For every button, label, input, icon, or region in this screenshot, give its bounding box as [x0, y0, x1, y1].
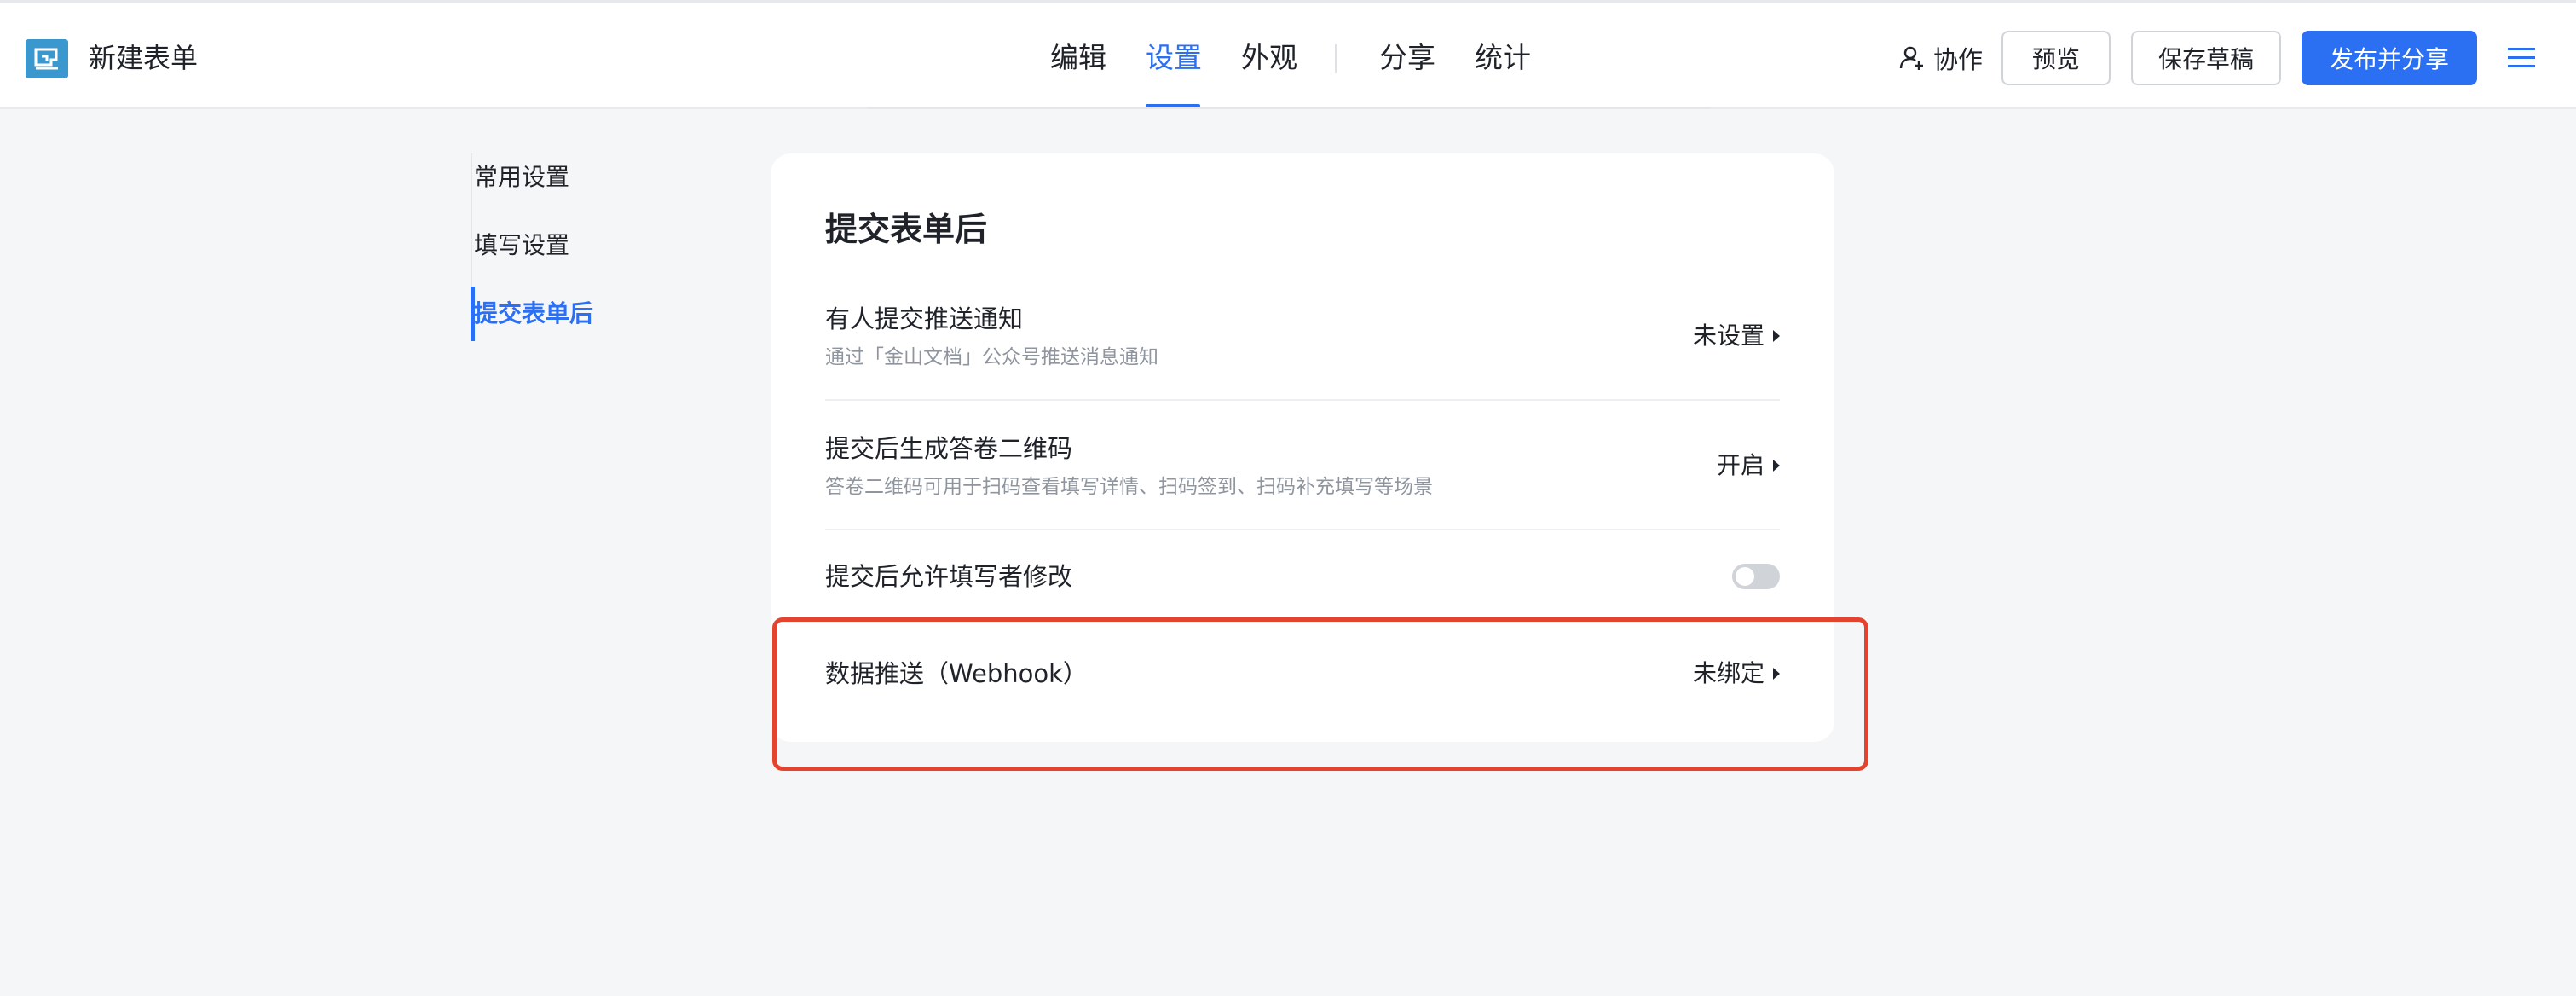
row-webhook: 数据推送（Webhook） 未绑定: [825, 657, 1780, 691]
caret-right-icon: [1773, 330, 1780, 342]
nav-divider: [1335, 44, 1337, 73]
row-title: 提交后允许填写者修改: [825, 562, 1073, 591]
tab-share[interactable]: 分享: [1379, 39, 1435, 77]
row-divider: [825, 399, 1780, 401]
publish-share-button[interactable]: 发布并分享: [2302, 31, 2477, 85]
row-qr-code: 提交后生成答卷二维码 答卷二维码可用于扫码查看填写详情、扫码签到、扫码补充填写等…: [825, 431, 1780, 501]
card-title: 提交表单后: [825, 211, 988, 248]
row-divider: [825, 529, 1780, 530]
caret-right-icon: [1773, 460, 1780, 472]
row-title: 提交后生成答卷二维码: [825, 434, 1073, 463]
collab-button[interactable]: 协作: [1899, 39, 1983, 77]
notification-setting-link[interactable]: 未设置: [1693, 319, 1780, 353]
add-user-icon: [1899, 46, 1923, 70]
row-allow-edit: 提交后允许填写者修改: [825, 559, 1780, 594]
action-label: 开启: [1716, 451, 1765, 479]
row-description: 通过「金山文档」公众号推送消息通知: [825, 346, 1158, 368]
after-submit-card: 提交表单后 有人提交推送通知 通过「金山文档」公众号推送消息通知 未设置 提交后…: [771, 153, 1834, 742]
sidebar-item-after-submit[interactable]: 提交表单后: [474, 297, 593, 331]
sidebar-item-fill-settings[interactable]: 填写设置: [474, 229, 569, 263]
action-label: 未设置: [1692, 321, 1765, 350]
caret-right-icon: [1773, 668, 1780, 680]
menu-icon[interactable]: [2508, 44, 2535, 72]
tab-appearance[interactable]: 外观: [1241, 39, 1297, 77]
row-submit-notification: 有人提交推送通知 通过「金山文档」公众号推送消息通知 未设置: [825, 302, 1780, 372]
row-title: 数据推送（Webhook）: [825, 659, 1088, 688]
toggle-knob: [1736, 567, 1754, 586]
allow-edit-toggle[interactable]: [1732, 564, 1780, 589]
webhook-setting-link[interactable]: 未绑定: [1693, 657, 1780, 691]
active-tab-underline: [1146, 104, 1200, 107]
row-description: 答卷二维码可用于扫码查看填写详情、扫码签到、扫码补充填写等场景: [825, 476, 1433, 498]
app-title: 新建表单: [89, 42, 199, 74]
form-logo-icon[interactable]: [26, 39, 68, 78]
tab-edit[interactable]: 编辑: [1050, 39, 1106, 77]
row-title: 有人提交推送通知: [825, 304, 1024, 333]
tab-stats[interactable]: 统计: [1475, 39, 1531, 77]
preview-button[interactable]: 预览: [2001, 31, 2111, 85]
sidebar-item-common-settings[interactable]: 常用设置: [474, 160, 569, 194]
qr-code-setting-link[interactable]: 开启: [1717, 449, 1780, 483]
header: 新建表单 编辑 设置 外观 分享 统计 协作 预览 保存草稿 发布并分享: [0, 3, 2576, 109]
collab-label: 协作: [1933, 45, 1984, 74]
tab-settings[interactable]: 设置: [1146, 39, 1202, 77]
nav-baseline: [868, 107, 1710, 109]
action-label: 未绑定: [1692, 659, 1765, 687]
save-draft-button[interactable]: 保存草稿: [2131, 31, 2281, 85]
